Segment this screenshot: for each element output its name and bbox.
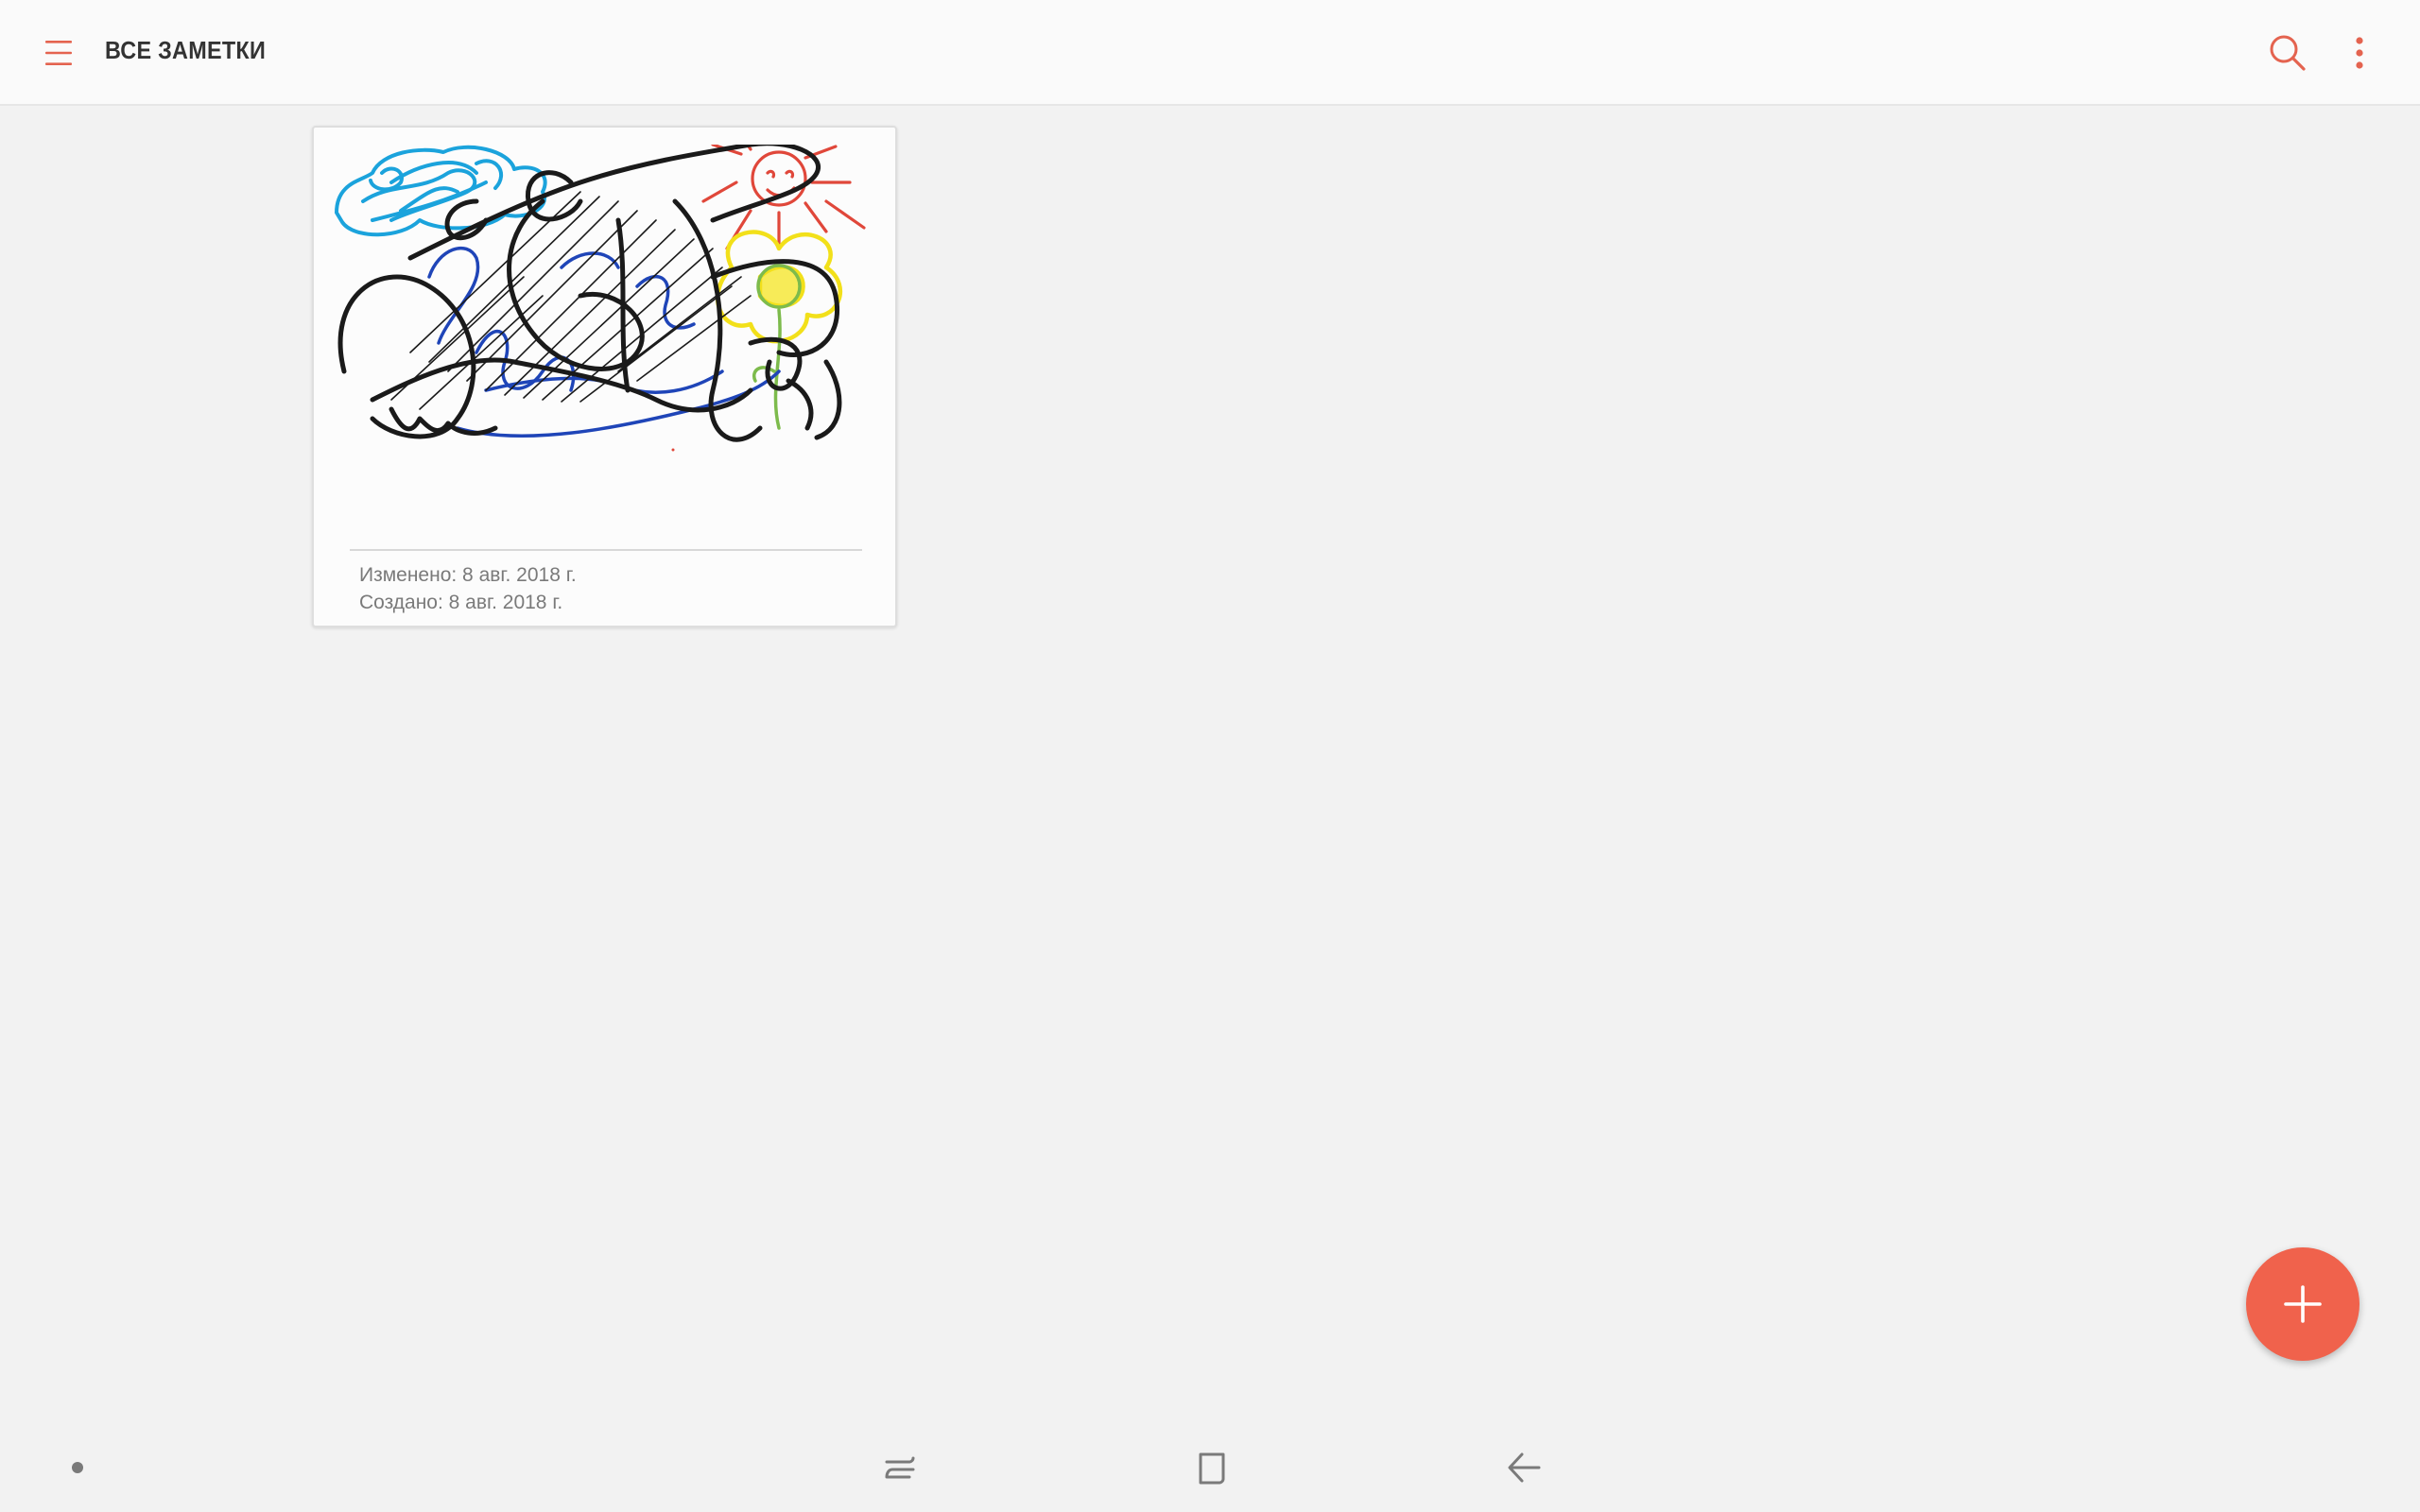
page-title: ВСЕ ЗАМЕТКИ (105, 36, 267, 64)
search-icon (2270, 35, 2306, 71)
menu-button[interactable] (32, 28, 85, 77)
more-vertical-icon (2356, 37, 2363, 69)
more-options-button[interactable] (2335, 28, 2384, 77)
home-button[interactable] (1185, 1444, 1238, 1491)
notes-app: ВСЕ ЗАМЕТКИ Изменено: 8 авг. 2018 г. Соз… (0, 0, 2420, 1512)
recent-apps-icon (885, 1456, 915, 1479)
plus-icon (2284, 1285, 2322, 1323)
back-button[interactable] (1497, 1444, 1550, 1491)
home-icon (1199, 1452, 1225, 1485)
note-created-date: Создано: 8 авг. 2018 г. (359, 592, 563, 613)
note-card-divider (350, 549, 862, 551)
nav-bar-dot-icon[interactable] (72, 1462, 83, 1473)
top-app-bar: ВСЕ ЗАМЕТКИ (0, 0, 2420, 106)
search-button[interactable] (2263, 28, 2312, 77)
navigation-bar (0, 1418, 2420, 1512)
note-modified-date: Изменено: 8 авг. 2018 г. (359, 564, 577, 586)
hamburger-menu-icon (45, 41, 72, 65)
back-arrow-icon (1508, 1452, 1541, 1483)
add-note-button[interactable] (2246, 1247, 2360, 1361)
note-card[interactable]: Изменено: 8 авг. 2018 г. Создано: 8 авг.… (312, 126, 897, 627)
handwritten-drawing-thumbnail (335, 145, 866, 452)
recent-apps-button[interactable] (873, 1444, 926, 1491)
